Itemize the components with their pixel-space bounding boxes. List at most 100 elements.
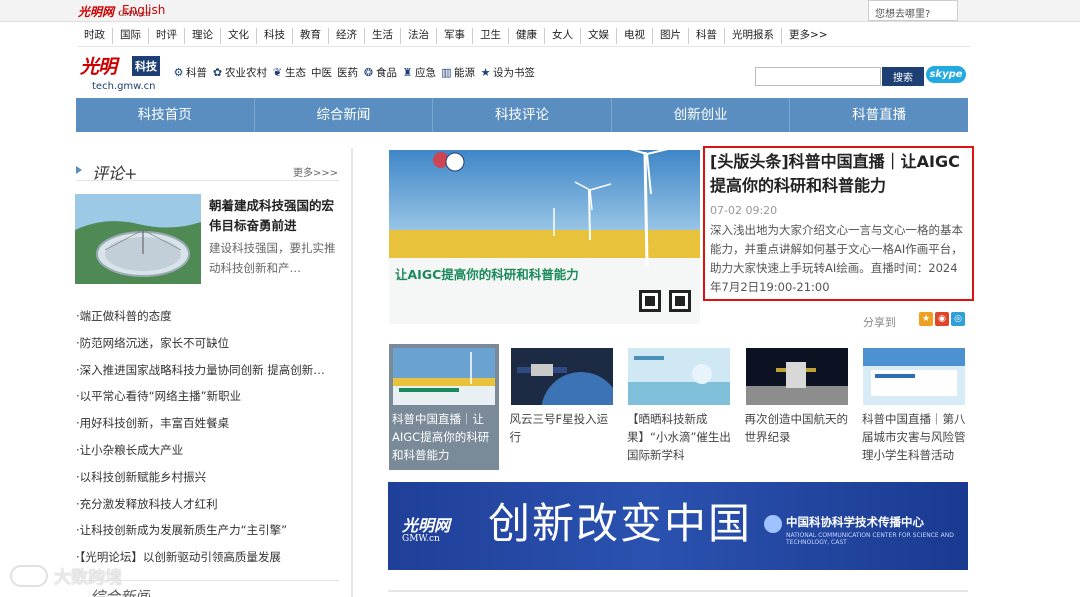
category-link[interactable]: 国际	[112, 28, 148, 44]
triangle-icon	[76, 166, 82, 174]
category-link[interactable]: 科技	[256, 28, 292, 44]
watermark-logo-icon	[10, 564, 48, 587]
category-link[interactable]: 女人	[544, 28, 580, 44]
main-nav-item[interactable]: 科普直播	[789, 98, 968, 132]
alarm-icon: ♜	[402, 66, 413, 79]
category-link[interactable]: 图片	[652, 28, 688, 44]
list-item[interactable]: ·让科技创新成为发展新质生产力“主引擎”	[76, 522, 346, 549]
farm-icon: ✿	[212, 66, 223, 79]
wechat-share-icon[interactable]: ◎	[951, 312, 965, 326]
sidebar-divider	[351, 148, 353, 597]
more-link[interactable]: 更多>>>	[293, 164, 338, 179]
promo-banner[interactable]: 光明网 GMW.cn 创新改变中国 中国科协科学技术传播中心 NATIONAL C…	[388, 482, 968, 570]
thumbnail-card[interactable]: 再次创造中国航天的世界纪录	[742, 344, 852, 470]
hero-image[interactable]: 让AIGC提高你的科研和科普能力	[389, 150, 700, 324]
category-link[interactable]: 科普	[688, 28, 724, 44]
star-icon: ★	[480, 66, 491, 79]
category-link[interactable]: 军事	[436, 28, 472, 44]
qzone-share-icon[interactable]: ★	[919, 312, 933, 326]
english-link[interactable]: English	[122, 3, 165, 17]
headline-card[interactable]: [头版头条]科普中国直播｜让AIGC提高你的科研和科普能力 07-02 09:2…	[703, 146, 974, 301]
category-link[interactable]: 光明报系	[724, 28, 781, 44]
thumbnail-image	[510, 348, 613, 405]
subnav-label: 医药	[337, 67, 358, 79]
thumbnail-strip: 科普中国直播｜让AIGC提高你的科研和科普能力 风云三号F星投入运行 【晒晒科技新成…	[389, 344, 969, 470]
channel-brand[interactable]: 光明 科技 tech.gmw.cn	[80, 52, 175, 94]
category-link[interactable]: 更多>>	[781, 28, 835, 44]
list-item[interactable]: ·用好科技创新，丰富百姓餐桌	[76, 415, 346, 442]
headline-title[interactable]: [头版头条]科普中国直播｜让AIGC提高你的科研和科普能力	[710, 150, 967, 198]
list-item[interactable]: ·防范网络沉迷，家长不可缺位	[76, 335, 346, 362]
category-link[interactable]: 教育	[292, 28, 328, 44]
main-nav-item[interactable]: 创新创业	[610, 98, 790, 132]
category-link[interactable]: 健康	[508, 28, 544, 44]
subnav-item[interactable]: 医药	[337, 65, 358, 80]
subnav-item[interactable]: ❂ 食品	[363, 65, 397, 80]
thumbnail-image	[863, 348, 965, 405]
list-item[interactable]: ·充分激发释放科技人才红利	[76, 496, 346, 523]
divider	[78, 46, 970, 47]
main-nav: 科技首页 综合新闻 科技评论 创新创业 科普直播	[76, 98, 968, 132]
headline-time: 07-02 09:20	[710, 204, 778, 217]
hero-image-title: 让AIGC提高你的科研和科普能力	[395, 267, 579, 282]
search-button[interactable]: 搜索	[882, 67, 924, 86]
commentary-list: ·端正做科普的态度 ·防范网络沉迷，家长不可缺位 ·深入推进国家战略科技力量协同创新…	[76, 308, 346, 576]
subnav-item[interactable]: ▥ 能源	[441, 65, 475, 80]
thumbnail-card[interactable]: 科普中国直播｜第八届城市灾害与风险管理小学生科普活动	[859, 344, 969, 470]
list-item[interactable]: ·深入推进国家战略科技力量协同创新 提高创新…	[76, 362, 346, 389]
thumbnail-card[interactable]: 风云三号F星投入运行	[507, 344, 617, 470]
channel-badge: 科技	[132, 56, 160, 76]
thumbnail-card[interactable]: 科普中国直播｜让AIGC提高你的科研和科普能力	[389, 344, 499, 470]
thumbnail-caption: 风云三号F星投入运行	[509, 412, 609, 444]
list-item[interactable]: ·以科技创新赋能乡村振兴	[76, 469, 346, 496]
subnav-item[interactable]: ★ 设为书签	[480, 65, 535, 80]
skype-button[interactable]: skype	[926, 66, 966, 83]
thumbnail-image	[393, 348, 495, 405]
category-link[interactable]: 文化	[220, 28, 256, 44]
channel-url: tech.gmw.cn	[92, 81, 156, 92]
category-link[interactable]: 文娱	[580, 28, 616, 44]
thumbnail-caption: 再次创造中国航天的世界纪录	[744, 412, 849, 444]
divider	[76, 180, 339, 181]
subnav-item[interactable]: ✿ 农业农村	[212, 65, 267, 80]
subnav-item[interactable]: ♜ 应急	[402, 65, 436, 80]
weibo-share-icon[interactable]: ◉	[935, 312, 949, 326]
list-item[interactable]: ·端正做科普的态度	[76, 308, 346, 335]
subnav-label: 科普	[186, 67, 207, 79]
main-nav-item[interactable]: 科技评论	[432, 98, 611, 132]
subnav-label: 中医	[311, 67, 332, 79]
gmw-logo: 光明	[80, 56, 117, 78]
category-link[interactable]: 法治	[400, 28, 436, 44]
category-link[interactable]: 理论	[184, 28, 220, 44]
banner-slogan: 创新改变中国	[488, 499, 753, 548]
search-input[interactable]	[755, 67, 881, 86]
subnav-item[interactable]: ❦ 生态	[272, 65, 306, 80]
energy-icon: ▥	[441, 66, 452, 79]
site-search-box[interactable]: 您想去哪里?	[868, 0, 958, 21]
category-link[interactable]: 经济	[328, 28, 364, 44]
share-label: 分享到	[863, 316, 896, 329]
subnav-item[interactable]: 中医	[311, 65, 332, 80]
channel-subnav: ⚙ 科普 ✿ 农业农村 ❦ 生态 中医 医药 ❂ 食品 ♜ 应急 ▥ 能源 ★ 设为书签	[173, 65, 540, 80]
feature-image-telescope[interactable]	[75, 194, 201, 284]
category-link[interactable]: 卫生	[472, 28, 508, 44]
list-item[interactable]: ·让小杂粮长成大产业	[76, 442, 346, 469]
banner-org-en: NATIONAL COMMUNICATION CENTER FOR SCIENC…	[786, 532, 954, 546]
leaf-icon: ❦	[272, 66, 283, 79]
subnav-label: 能源	[454, 67, 475, 79]
banner-logo: 光明网 GMW.cn	[402, 516, 451, 544]
main-nav-item[interactable]: 综合新闻	[253, 98, 433, 132]
subnav-item[interactable]: ⚙ 科普	[173, 65, 207, 80]
main-nav-item[interactable]: 科技首页	[76, 98, 254, 132]
share-buttons: ★ ◉ ◎	[919, 312, 965, 326]
category-link[interactable]: 生活	[364, 28, 400, 44]
category-link[interactable]: 电视	[616, 28, 652, 44]
gear-icon: ⚙	[173, 66, 184, 79]
category-link[interactable]: 时评	[148, 28, 184, 44]
divider	[388, 590, 968, 592]
category-link[interactable]: 时政	[82, 28, 112, 44]
list-item[interactable]: ·以平常心看待“网络主播”新职业	[76, 388, 346, 415]
feature-title[interactable]: 朝着建成科技强国的宏伟目标奋勇前进	[209, 196, 339, 236]
subnav-label: 生态	[285, 67, 306, 79]
thumbnail-card[interactable]: 【晒晒科技新成果】“小水滴”催生出国际新学科	[624, 344, 734, 470]
